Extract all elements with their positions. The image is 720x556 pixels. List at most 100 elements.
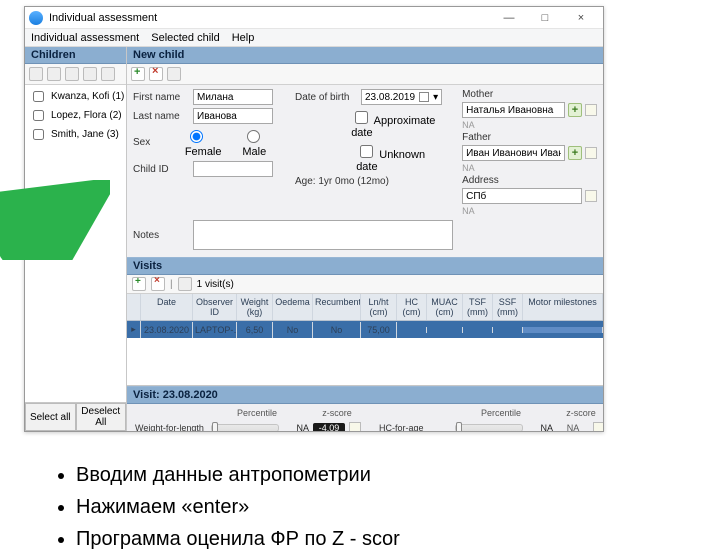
newchild-toolbar [127, 64, 603, 85]
save-icon[interactable] [167, 67, 181, 81]
percentile-header: Percentile [467, 408, 535, 418]
calendar-icon[interactable] [419, 92, 429, 102]
child-row[interactable]: Smith, Jane (3) [27, 125, 124, 144]
dob-input[interactable]: 23.08.2019▾ [361, 89, 442, 105]
bullet-1: Вводим данные антропометрии [76, 460, 400, 490]
zscore-header: z-score [319, 408, 355, 418]
lastname-input[interactable] [193, 108, 273, 124]
select-all-button[interactable]: Select all [25, 403, 76, 431]
child-form: First name Last name Sex Female Male Chi… [127, 85, 603, 257]
add-visit-icon[interactable] [132, 277, 146, 291]
app-icon [29, 11, 43, 25]
col-date[interactable]: Date [141, 294, 193, 320]
col-weight[interactable]: Weight (kg) [237, 294, 273, 320]
zscore-value: NA [557, 423, 589, 431]
menubar: Individual assessment Selected child Hel… [25, 29, 603, 47]
childid-input[interactable] [193, 161, 273, 177]
col-muac[interactable]: MUAC (cm) [427, 294, 463, 320]
notes-visit-icon[interactable] [178, 277, 192, 291]
add-icon[interactable] [131, 67, 145, 81]
mother-input[interactable] [462, 102, 565, 118]
zscore-panel: Percentile z-score Weight-for-length NA -… [127, 404, 603, 431]
notes-label: Notes [133, 230, 187, 241]
select-icon[interactable] [29, 67, 43, 81]
sidebar: Children Kwanza, Kofi (1) Lopez, Flora (… [25, 47, 127, 431]
childid-label: Child ID [133, 164, 187, 175]
percentile-slider[interactable] [455, 424, 523, 431]
child-checkbox[interactable] [33, 110, 44, 121]
zscore-row: Weight-for-length NA -4,09 [135, 422, 361, 431]
visit-detail-header: Visit: 23.08.2020 [127, 386, 603, 404]
father-input[interactable] [462, 145, 565, 161]
bullet-3: Программа оценила ФР по Z - scor [76, 524, 400, 554]
col-hc[interactable]: HC (cm) [397, 294, 427, 320]
col-lnht[interactable]: Ln/ht (cm) [361, 294, 397, 320]
sex-label: Sex [133, 137, 179, 148]
metric-label: HC-for-age [379, 423, 451, 431]
child-checkbox[interactable] [33, 91, 44, 102]
print-icon[interactable] [83, 67, 97, 81]
visit-row-selected[interactable]: ▸ 23.08.2020 LAPTOP-… 6,50 No No 75,00 [127, 321, 603, 338]
age-label: Age: 1yr 0mo (12mo) [295, 176, 389, 187]
maximize-button[interactable]: □ [527, 7, 563, 29]
children-header: Children [25, 47, 126, 64]
chevron-down-icon[interactable]: ▾ [433, 92, 438, 103]
child-row[interactable]: Lopez, Flora (2) [27, 106, 124, 125]
percentile-value: NA [527, 423, 553, 431]
address-na: NA [462, 206, 597, 216]
child-checkbox[interactable] [33, 129, 44, 140]
close-button[interactable]: × [563, 7, 599, 29]
menu-selected-child[interactable]: Selected child [151, 32, 220, 44]
add-mother-icon[interactable]: + [568, 103, 582, 117]
bullet-2: Нажимаем «enter» [76, 492, 400, 522]
action2-icon[interactable] [65, 67, 79, 81]
children-list: Kwanza, Kofi (1) Lopez, Flora (2) Smith,… [25, 85, 126, 402]
app-window: Individual assessment — □ × Individual a… [24, 6, 604, 432]
newchild-header: New child [127, 47, 603, 64]
metric-label: Weight-for-length [135, 423, 207, 431]
father-label: Father [462, 132, 597, 143]
mother-na: NA [462, 120, 597, 130]
edit-address-icon[interactable] [585, 190, 597, 202]
percentile-value: NA [283, 423, 309, 431]
firstname-input[interactable] [193, 89, 273, 105]
visits-grid: Date Observer ID Weight (kg) Oedema Recu… [127, 294, 603, 386]
father-na: NA [462, 163, 597, 173]
edit-father-icon[interactable] [585, 147, 597, 159]
col-observer[interactable]: Observer ID [193, 294, 237, 320]
sex-female-radio[interactable]: Female [185, 127, 237, 158]
menu-individual-assessment[interactable]: Individual assessment [31, 32, 139, 44]
visits-header: Visits [127, 257, 603, 275]
unknown-date-checkbox[interactable]: Unknown date [356, 142, 442, 173]
percentile-slider[interactable] [211, 424, 279, 431]
col-ssf[interactable]: SSF (mm) [493, 294, 523, 320]
col-motor[interactable]: Motor milestones [523, 294, 603, 320]
col-recumbent[interactable]: Recumbent [313, 294, 361, 320]
address-input[interactable] [462, 188, 582, 204]
deselect-all-button[interactable]: Deselect All [76, 403, 127, 431]
sex-male-radio[interactable]: Male [242, 127, 283, 158]
col-oedema[interactable]: Oedema [273, 294, 313, 320]
row-marker-icon: ▸ [127, 321, 141, 338]
print2-icon[interactable] [101, 67, 115, 81]
edit-mother-icon[interactable] [585, 104, 597, 116]
menu-help[interactable]: Help [232, 32, 255, 44]
delete-icon[interactable] [149, 67, 163, 81]
zscore-header: z-score [563, 408, 599, 418]
col-tsf[interactable]: TSF (mm) [463, 294, 493, 320]
action1-icon[interactable] [47, 67, 61, 81]
notes-input[interactable] [193, 220, 453, 250]
firstname-label: First name [133, 92, 187, 103]
child-row[interactable]: Kwanza, Kofi (1) [27, 87, 124, 106]
note-icon[interactable] [349, 422, 361, 431]
add-father-icon[interactable]: + [568, 146, 582, 160]
main-panel: New child First name Last name Sex Femal… [127, 47, 603, 431]
zscore-row: HC-for-age NA NA [379, 422, 603, 431]
children-toolbar [25, 64, 126, 85]
note-icon[interactable] [593, 422, 603, 431]
approx-date-checkbox[interactable]: Approximate date [351, 108, 442, 139]
titlebar: Individual assessment — □ × [25, 7, 603, 29]
percentile-header: Percentile [223, 408, 291, 418]
delete-visit-icon[interactable] [151, 277, 165, 291]
minimize-button[interactable]: — [491, 7, 527, 29]
